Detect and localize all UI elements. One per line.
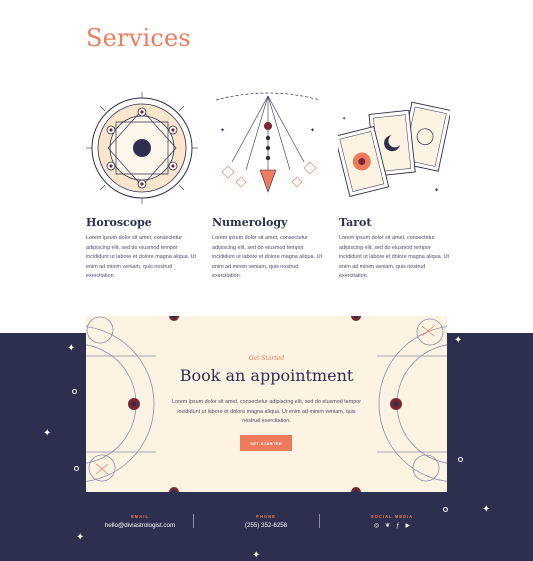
sparkle-icon: ✦ [43, 428, 52, 439]
social-links: ◎ ❦ ƒ ▶ [332, 523, 452, 530]
service-name-numerology: Numerology [212, 216, 288, 229]
service-desc-horoscope: Lorem ipsum dolor sit amet, consectetur … [86, 235, 196, 280]
sparkle-icon: ✦ [454, 335, 463, 346]
footer-email: EMAIL hello@diviastrologist.com [80, 514, 200, 529]
horoscope-wheel-icon [86, 92, 198, 204]
get-started-button[interactable]: GET STARTED [240, 435, 292, 451]
sparkle-icon: ✦ [252, 550, 261, 561]
instagram-icon[interactable]: ◎ [374, 523, 379, 530]
phone-label: PHONE [256, 514, 276, 519]
appointment-eyebrow: Get Started [248, 355, 285, 362]
email-link[interactable]: hello@diviastrologist.com [80, 522, 200, 529]
email-label: EMAIL [130, 514, 150, 519]
sparkle-icon: ✦ [76, 532, 85, 543]
service-desc-numerology: Lorem ipsum dolor sit amet, consectetur … [212, 235, 322, 280]
appointment-title: Book an appointment [179, 366, 354, 385]
footer-divider [193, 514, 194, 528]
tarot-cards-icon: ✦ ✦ [338, 101, 450, 197]
dot-ornament [443, 507, 448, 512]
twitter-icon[interactable]: ❦ [385, 523, 390, 530]
svg-text:✦: ✦ [220, 127, 225, 134]
appointment-description: Lorem ipsum dolor sit amet, consectetur … [171, 399, 362, 425]
sparkle-icon: ✦ [67, 343, 76, 354]
svg-text:✦: ✦ [310, 127, 315, 134]
phone-link[interactable]: (255) 352-6258 [206, 522, 326, 529]
service-name-horoscope: Horoscope [86, 216, 152, 229]
appointment-card: Get Started Book an appointment Lorem ip… [86, 316, 447, 492]
pendulum-icon: ✦ ✦ [215, 92, 321, 193]
svg-text:✦: ✦ [434, 187, 439, 194]
facebook-icon[interactable]: ƒ [396, 523, 399, 530]
dot-ornament [74, 466, 79, 471]
youtube-icon[interactable]: ▶ [406, 523, 411, 530]
dot-ornament [458, 457, 463, 462]
service-desc-tarot: Lorem ipsum dolor sit amet, consectetur … [339, 235, 449, 280]
footer-social: SOCIAL MEDIA ◎ ❦ ƒ ▶ [332, 514, 452, 530]
service-name-tarot: Tarot [339, 216, 372, 229]
social-label: SOCIAL MEDIA [370, 514, 414, 519]
services-title: Services [86, 24, 191, 52]
sparkle-icon: ✦ [482, 504, 491, 515]
footer-phone: PHONE (255) 352-6258 [206, 514, 326, 529]
svg-text:✦: ✦ [342, 116, 346, 122]
dot-ornament [72, 389, 77, 394]
footer-divider [319, 514, 320, 528]
